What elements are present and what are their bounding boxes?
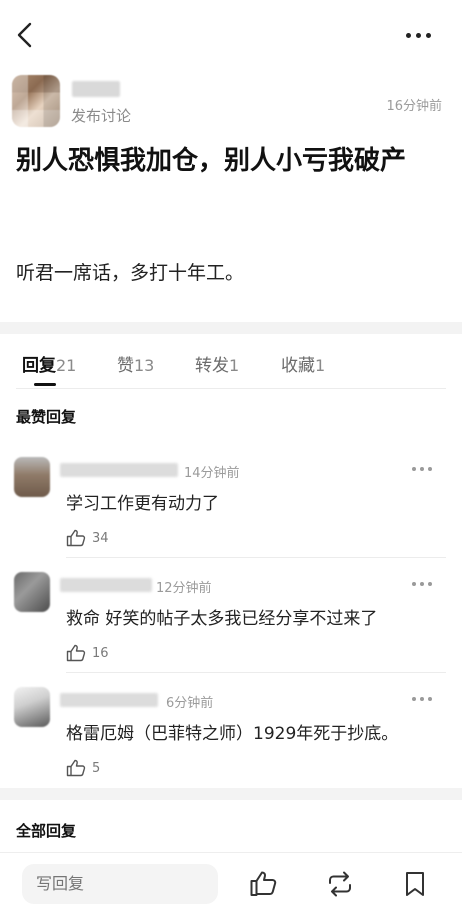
tab-label: 收藏 [281, 356, 315, 376]
comment-item: 14分钟前 学习工作更有动力了 34 [0, 457, 462, 572]
post-body: 听君一席话，多打十年工。 [16, 262, 245, 284]
like-count: 5 [92, 760, 101, 776]
comment-like-button[interactable]: 16 [66, 644, 109, 662]
tab-count: 21 [56, 356, 77, 375]
like-count: 34 [92, 530, 109, 546]
active-tab-indicator [34, 383, 56, 386]
thumbs-up-icon [66, 644, 86, 662]
tab-label: 转发 [195, 356, 229, 376]
like-count: 16 [92, 645, 109, 661]
tab-label: 回复 [22, 356, 56, 376]
back-chevron-left-icon[interactable] [14, 20, 36, 50]
comment-time: 6分钟前 [166, 696, 214, 711]
comment-more-dots-icon[interactable] [412, 467, 432, 471]
thumbs-up-icon [66, 529, 86, 547]
top-bar [0, 0, 462, 70]
repost-icon[interactable] [326, 870, 354, 898]
tab-count: 13 [134, 356, 155, 375]
top-replies-heading: 最赞回复 [16, 408, 77, 426]
comment-time: 14分钟前 [184, 466, 240, 481]
avatar[interactable] [14, 572, 50, 612]
comment-text: 学习工作更有动力了 [66, 494, 219, 514]
comment-like-button[interactable]: 34 [66, 529, 109, 547]
comment-author-blurred[interactable] [60, 578, 152, 592]
reply-input[interactable] [22, 864, 218, 904]
comment-author-blurred[interactable] [60, 463, 178, 477]
comment-divider [66, 672, 446, 673]
comment-more-dots-icon[interactable] [412, 582, 432, 586]
section-divider [0, 322, 462, 334]
comment-like-button[interactable]: 5 [66, 759, 100, 777]
tab-count: 1 [229, 356, 240, 375]
bookmark-icon[interactable] [401, 870, 429, 898]
post-title: 别人恐惧我加仓，别人小亏我破产 [16, 146, 407, 176]
post-time: 16分钟前 [386, 99, 442, 114]
tab-reposts[interactable]: 转发1 [195, 351, 239, 376]
tabs-divider [16, 388, 446, 389]
bottom-action-bar [0, 852, 462, 915]
tab-replies[interactable]: 回复21 [22, 351, 76, 376]
author-name-blurred[interactable] [72, 81, 120, 97]
comment-author-blurred[interactable] [60, 693, 158, 707]
tab-count: 1 [315, 356, 326, 375]
comment-more-dots-icon[interactable] [412, 697, 432, 701]
thumbs-up-icon[interactable] [249, 870, 277, 898]
comment-item: 12分钟前 救命 好笑的帖子太多我已经分享不过来了 16 [0, 572, 462, 687]
comment-item: 6分钟前 格雷厄姆（巴菲特之师）1929年死于抄底。 5 [0, 687, 462, 802]
comment-text: 格雷厄姆（巴菲特之师）1929年死于抄底。 [66, 724, 399, 744]
more-dots-icon[interactable] [406, 27, 440, 43]
all-replies-heading: 全部回复 [16, 822, 77, 840]
tab-bar: 回复21 赞13 转发1 收藏1 [0, 334, 462, 388]
post-type-label: 发布讨论 [71, 107, 132, 125]
tab-likes[interactable]: 赞13 [117, 351, 154, 376]
avatar[interactable] [14, 457, 50, 497]
avatar[interactable] [12, 75, 60, 127]
section-divider [0, 788, 462, 800]
post-author-row: 发布讨论 16分钟前 [12, 75, 452, 130]
tab-label: 赞 [117, 356, 134, 376]
avatar[interactable] [14, 687, 50, 727]
comment-time: 12分钟前 [156, 581, 212, 596]
tab-favorites[interactable]: 收藏1 [281, 351, 325, 376]
comment-text: 救命 好笑的帖子太多我已经分享不过来了 [66, 609, 378, 629]
thumbs-up-icon [66, 759, 86, 777]
comment-divider [66, 557, 446, 558]
